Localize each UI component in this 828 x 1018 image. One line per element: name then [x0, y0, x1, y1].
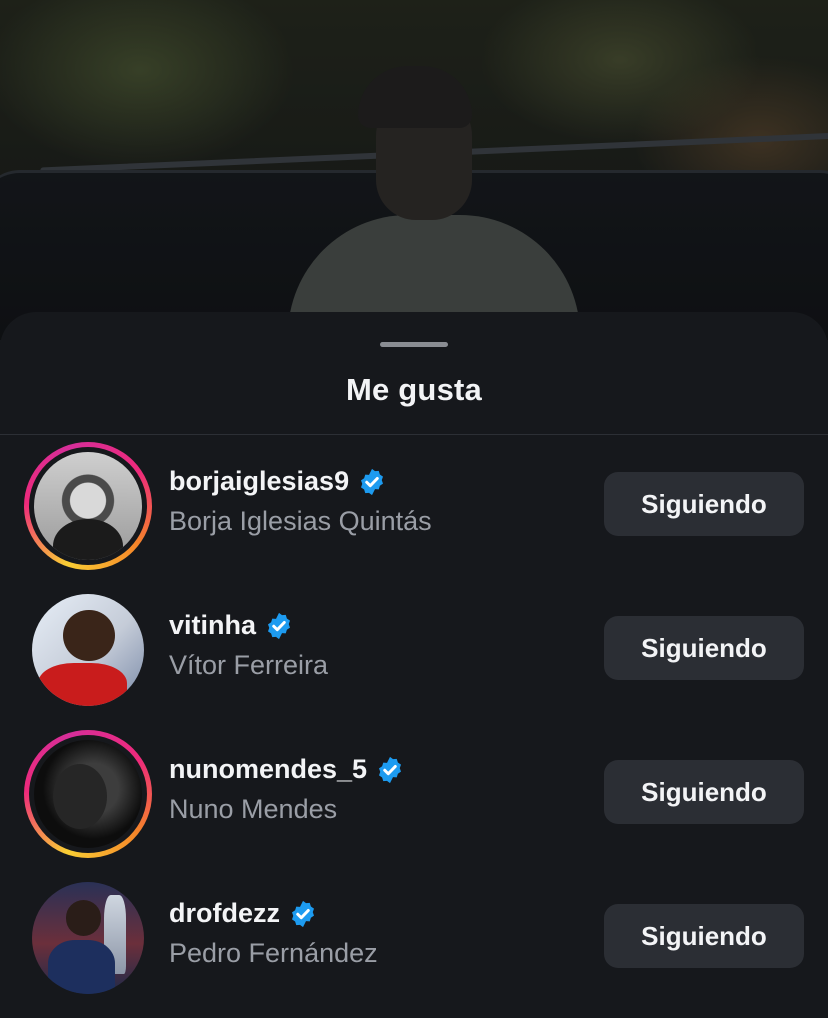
username[interactable]: borjaiglesias9 [169, 466, 349, 497]
full-name: Pedro Fernández [169, 938, 378, 968]
avatar[interactable] [32, 594, 144, 706]
following-button[interactable]: Siguiendo [604, 472, 804, 536]
avatar [34, 740, 142, 848]
verified-badge-icon [361, 468, 384, 495]
sheet-grabber-handle[interactable] [380, 342, 448, 347]
like-row[interactable]: borjaiglesias9 Borja Iglesias Quintás Si… [0, 442, 828, 586]
background-post-photo [0, 0, 828, 340]
following-button[interactable]: Siguiendo [604, 616, 804, 680]
full-name: Borja Iglesias Quintás [169, 506, 432, 536]
photo-dim-overlay [0, 0, 828, 340]
header-divider [0, 434, 828, 435]
full-name: Vítor Ferreira [169, 650, 329, 680]
avatar [34, 452, 142, 560]
avatar-image [32, 594, 144, 706]
verified-badge-icon [268, 612, 291, 639]
avatar-with-story-ring[interactable] [24, 730, 152, 858]
username[interactable]: drofdezz [169, 898, 280, 929]
verified-badge-icon [379, 756, 402, 783]
following-button[interactable]: Siguiendo [604, 760, 804, 824]
like-row[interactable]: nunomendes_5 Nuno Mendes Siguiendo [0, 730, 828, 874]
avatar-image [32, 882, 144, 994]
username[interactable]: vitinha [169, 610, 256, 641]
username[interactable]: nunomendes_5 [169, 754, 367, 785]
avatar-with-story-ring[interactable] [24, 442, 152, 570]
like-row[interactable]: vitinha Vítor Ferreira Siguiendo [0, 586, 828, 730]
trophy-shape [103, 895, 127, 974]
verified-badge-icon [292, 900, 314, 927]
full-name: Nuno Mendes [169, 794, 338, 824]
likes-bottom-sheet: Me gusta borjaiglesias9 Borja Iglesias Q… [0, 312, 828, 1018]
avatar[interactable] [32, 882, 144, 994]
like-row[interactable]: drofdezz Pedro Fernández Siguiendo [0, 874, 828, 1018]
sheet-title: Me gusta [346, 372, 482, 407]
following-button[interactable]: Siguiendo [604, 904, 804, 968]
